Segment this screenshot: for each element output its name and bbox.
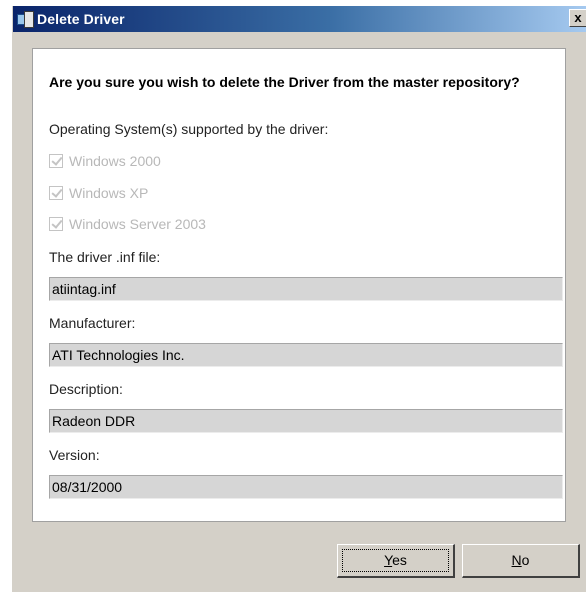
version-label: Version: bbox=[49, 447, 100, 463]
inf-file-label: The driver .inf file: bbox=[49, 249, 161, 265]
inf-file-field: atiintag.inf bbox=[49, 277, 563, 301]
description-label: Description: bbox=[49, 381, 123, 397]
os-option-windows-server-2003: Windows Server 2003 bbox=[49, 216, 206, 232]
os-option-label: Windows Server 2003 bbox=[69, 216, 206, 232]
description-field: Radeon DDR bbox=[49, 409, 563, 433]
close-icon: x bbox=[574, 10, 582, 25]
window-title: Delete Driver bbox=[37, 11, 125, 27]
os-option-label: Windows 2000 bbox=[69, 153, 161, 169]
app-icon bbox=[17, 11, 34, 28]
manufacturer-label: Manufacturer: bbox=[49, 315, 136, 331]
os-label: Operating System(s) supported by the dri… bbox=[49, 121, 329, 137]
title-bar[interactable]: Delete Driver x bbox=[13, 6, 586, 32]
version-field: 08/31/2000 bbox=[49, 475, 563, 499]
yes-button[interactable]: Yes bbox=[337, 544, 455, 578]
delete-driver-dialog: Delete Driver x Are you sure you wish to… bbox=[12, 6, 586, 592]
os-option-windows-xp: Windows XP bbox=[49, 185, 148, 201]
close-button[interactable]: x bbox=[569, 9, 586, 27]
no-button[interactable]: No bbox=[462, 544, 580, 578]
no-label-rest: o bbox=[521, 552, 530, 568]
confirmation-question: Are you sure you wish to delete the Driv… bbox=[49, 74, 520, 90]
os-option-label: Windows XP bbox=[69, 185, 149, 201]
content-panel: Are you sure you wish to delete the Driv… bbox=[32, 48, 566, 522]
checkbox-checked-icon bbox=[49, 186, 63, 200]
focus-rectangle bbox=[342, 549, 449, 572]
no-mnemonic: N bbox=[511, 552, 522, 568]
os-option-windows-2000: Windows 2000 bbox=[49, 153, 161, 169]
checkbox-checked-icon bbox=[49, 154, 63, 168]
manufacturer-field: ATI Technologies Inc. bbox=[49, 343, 563, 367]
checkbox-checked-icon bbox=[49, 217, 63, 231]
